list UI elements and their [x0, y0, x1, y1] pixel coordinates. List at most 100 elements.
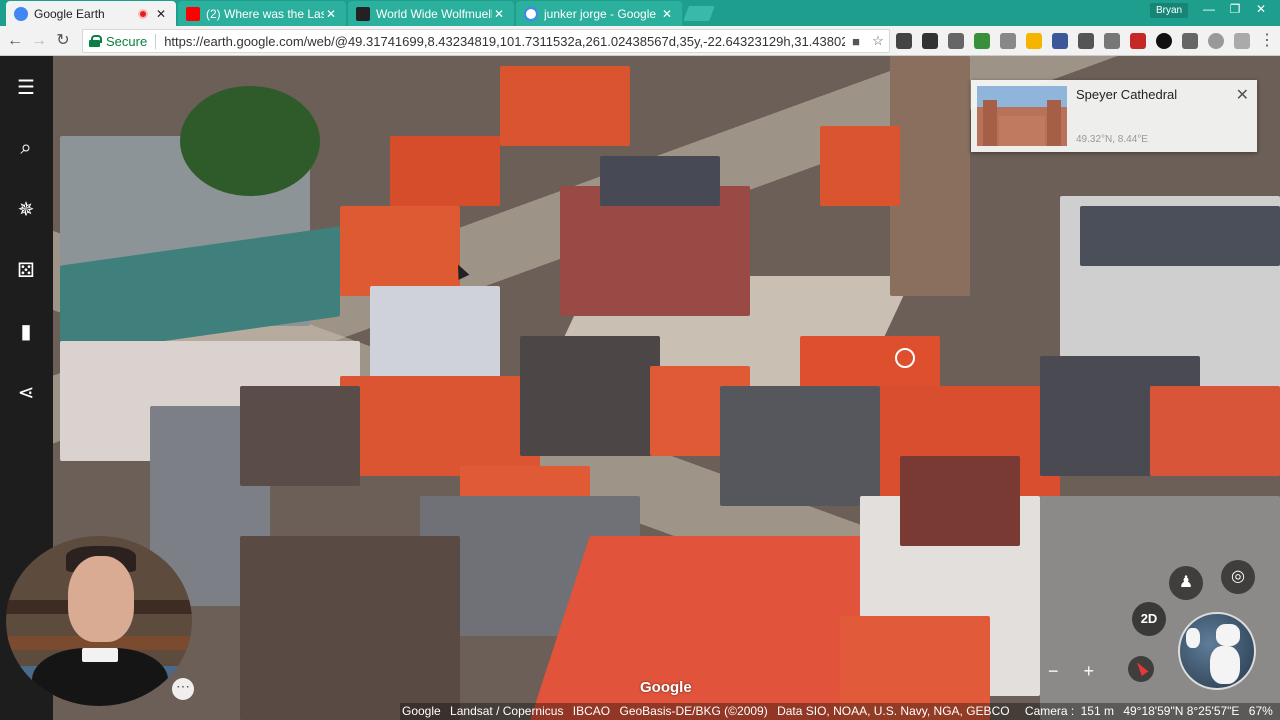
dark-roof — [520, 336, 660, 456]
extension-icon[interactable] — [1052, 33, 1068, 49]
google-favicon-icon — [524, 6, 538, 21]
extension-icon[interactable] — [1234, 33, 1250, 49]
url-text[interactable]: https://earth.google.com/web/@49.3174169… — [164, 34, 845, 49]
tab-youtube[interactable]: (2) Where was the Last S ✕ — [178, 1, 346, 26]
target-reticle-icon — [895, 348, 915, 368]
tab-strip: Google Earth ✕ (2) Where was the Last S … — [0, 0, 1280, 26]
maximize-icon[interactable]: ❐ — [1222, 0, 1248, 18]
lock-icon — [89, 35, 102, 47]
tab-title: (2) Where was the Last S — [206, 6, 324, 21]
forward-icon[interactable]: → — [28, 30, 50, 52]
profile-button[interactable]: Bryan — [1150, 3, 1189, 18]
address-bar[interactable]: Secure https://earth.google.com/web/@49.… — [82, 29, 890, 53]
close-icon[interactable]: ✕ — [1236, 85, 1249, 105]
cathedral-thumbnail[interactable] — [977, 86, 1067, 146]
menu-icon[interactable]: ☰ — [14, 76, 38, 100]
voyager-icon[interactable]: ✵ — [14, 198, 38, 222]
tower-shape — [1047, 100, 1061, 146]
card-title[interactable]: Speyer Cathedral — [1076, 87, 1177, 102]
red-roof — [340, 206, 460, 296]
dark-red-roof — [900, 456, 1020, 546]
back-icon[interactable]: ← — [4, 30, 26, 52]
google-earth-favicon-icon — [14, 6, 28, 21]
minimize-icon[interactable]: — — [1196, 0, 1222, 18]
layers-extension-icon[interactable] — [922, 33, 938, 49]
slate-roof — [600, 156, 720, 206]
youtube-favicon-icon — [186, 6, 200, 21]
tab-title: World Wide Wolfmueller — [376, 6, 492, 21]
street-view-pegman-icon[interactable]: ♟ — [1169, 566, 1203, 600]
dark-roof — [240, 536, 460, 720]
zoom-out-button[interactable]: − — [1048, 658, 1059, 684]
tab-google-search[interactable]: junker jorge - Google Se ✕ — [516, 1, 682, 26]
clerical-collar — [82, 648, 118, 662]
window-close-icon[interactable]: ✕ — [1248, 0, 1274, 18]
attribution-bar: Google Landsat / Copernicus IBCAO GeoBas… — [400, 703, 1280, 720]
projects-icon[interactable]: ▮ — [14, 320, 38, 344]
globe-icon[interactable] — [1178, 612, 1256, 690]
drive-extension-icon[interactable] — [1026, 33, 1042, 49]
coordinates-readout: 49°18'59"N 8°25'57"E — [1123, 704, 1240, 718]
tab-wolfmueller[interactable]: World Wide Wolfmueller ✕ — [348, 1, 514, 26]
camera-altitude: 151 m — [1080, 704, 1114, 718]
earth-3d-view[interactable] — [0, 56, 1280, 720]
tab-title: Google Earth — [34, 6, 105, 21]
extension-icon[interactable] — [1078, 33, 1094, 49]
tower-shape — [983, 100, 997, 146]
tree-canopy — [180, 86, 320, 196]
close-icon[interactable]: ✕ — [324, 7, 338, 21]
toggle-2d-button[interactable]: 2D — [1132, 602, 1166, 636]
tab-google-earth[interactable]: Google Earth ✕ — [6, 1, 176, 26]
more-options-button[interactable]: ⋯ — [172, 678, 194, 700]
close-icon[interactable]: ✕ — [154, 7, 168, 21]
red-roof — [340, 376, 540, 476]
extension-icon[interactable] — [1208, 33, 1224, 49]
close-icon[interactable]: ✕ — [492, 7, 506, 21]
site-favicon-icon — [356, 6, 370, 21]
compass-icon[interactable] — [1128, 656, 1154, 682]
africa-land — [1210, 646, 1240, 684]
extension-icon[interactable] — [1156, 33, 1172, 49]
slate-roof — [1080, 206, 1280, 266]
evernote-extension-icon[interactable] — [974, 33, 990, 49]
camera-label: Camera : — [1024, 704, 1075, 718]
zoom-in-button[interactable]: + — [1083, 658, 1094, 684]
attribution-geobasis: GeoBasis-DE/BKG (©2009) — [619, 704, 768, 718]
reload-icon[interactable]: ↻ — [52, 30, 74, 52]
land — [1186, 628, 1200, 648]
cathedral-tower — [890, 56, 970, 296]
browser-toolbar: ← → ↻ Secure https://earth.google.com/we… — [0, 26, 1280, 56]
extension-icon[interactable] — [1000, 33, 1016, 49]
mail-extension-icon[interactable] — [1182, 33, 1198, 49]
google-logo: Google — [640, 679, 692, 696]
nave-shape — [999, 116, 1045, 146]
webcam-overlay — [6, 536, 192, 706]
chrome-menu-icon[interactable]: ⋮ — [1256, 30, 1278, 52]
red-roof — [820, 126, 900, 206]
share-extension-icon[interactable] — [948, 33, 964, 49]
my-location-icon[interactable]: ◎ — [1221, 560, 1255, 594]
extension-icon[interactable] — [896, 33, 912, 49]
secure-label: Secure — [106, 33, 157, 49]
new-tab-button[interactable] — [683, 6, 715, 21]
camera-icon[interactable]: ■ — [845, 34, 867, 49]
close-icon[interactable]: ✕ — [660, 7, 674, 21]
attribution-data: Data SIO, NOAA, U.S. Navy, NGA, GEBCO — [777, 704, 1010, 718]
europe-land — [1216, 624, 1240, 646]
red-roof — [500, 66, 630, 146]
attribution-google: Google — [402, 704, 441, 718]
extension-icon[interactable] — [1104, 33, 1120, 49]
zoom-controls: − + — [1040, 658, 1102, 684]
extension-icon[interactable] — [1130, 33, 1146, 49]
knowledge-card[interactable]: Speyer Cathedral 49.32°N, 8.44°E ✕ — [971, 80, 1257, 152]
feeling-lucky-icon[interactable]: ⚄ — [14, 259, 38, 283]
bookmark-star-icon[interactable]: ☆ — [867, 33, 889, 49]
tab-title: junker jorge - Google Se — [544, 6, 660, 21]
card-coordinates: 49.32°N, 8.44°E — [1076, 134, 1148, 145]
red-roof — [390, 136, 500, 206]
attribution-landsat: Landsat / Copernicus — [450, 704, 564, 718]
share-icon[interactable]: ⋖ — [14, 381, 38, 405]
search-icon[interactable]: ⌕ — [14, 136, 38, 160]
presenter-face — [68, 556, 134, 642]
slate-roof — [720, 386, 880, 506]
